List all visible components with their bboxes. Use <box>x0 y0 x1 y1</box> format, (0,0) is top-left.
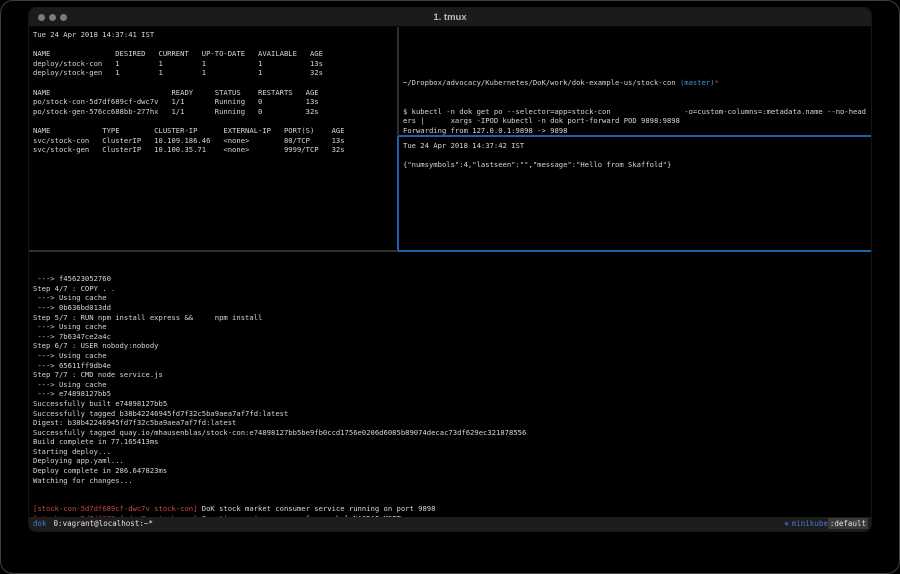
log-line: [stock-con-5d7df689cf-dwc7v stock-con] D… <box>33 504 871 514</box>
kube-namespace: :default <box>828 518 868 529</box>
pane-skaffold-log[interactable]: ---> f45623052760 Step 4/7 : COPY . . --… <box>29 252 871 517</box>
window-title: 1. tmux <box>433 12 466 23</box>
traffic-lights <box>38 8 67 26</box>
git-branch: (master) <box>680 78 715 87</box>
build-output: ---> f45623052760 Step 4/7 : COPY . . --… <box>33 274 871 485</box>
port-forward-output: $ kubectl -n dok get po --selector=app=s… <box>403 107 871 135</box>
close-button-icon[interactable] <box>38 14 45 21</box>
window-label[interactable]: 0:vagrant@localhost:~* <box>54 519 153 528</box>
pod-log-lines: [stock-con-5d7df689cf-dwc7v stock-con] D… <box>33 504 871 517</box>
status-right: ⎈minikube:default <box>784 517 868 531</box>
pane-service-response[interactable]: Tue 24 Apr 2018 14:37:42 IST {"numsymbol… <box>399 137 871 250</box>
zoom-button-icon[interactable] <box>60 14 67 21</box>
cwd-path: ~/Dropbox/advocacy/Kubernetes/DoK/work/d… <box>403 78 680 87</box>
kubernetes-helm-icon: ⎈ <box>784 519 789 528</box>
kube-context: minikube <box>792 519 828 528</box>
pane-port-forward[interactable]: ~/Dropbox/advocacy/Kubernetes/DoK/work/d… <box>399 27 871 135</box>
blank-line <box>403 49 871 59</box>
shell-prompt-path: ~/Dropbox/advocacy/Kubernetes/DoK/work/d… <box>403 78 871 88</box>
window-titlebar: 1. tmux <box>29 8 871 27</box>
tmux-session: Tue 24 Apr 2018 14:37:41 IST NAME DESIRE… <box>29 27 871 517</box>
tmux-status-bar: dok 0:vagrant@localhost:~* ⎈minikube:defa… <box>29 517 871 531</box>
session-name: dok <box>33 519 47 528</box>
minimize-button-icon[interactable] <box>49 14 56 21</box>
terminal-window: 1. tmux Tue 24 Apr 2018 14:37:41 IST NAM… <box>29 8 871 531</box>
git-dirty-flag: * <box>715 78 719 87</box>
pane-kubectl-overview[interactable]: Tue 24 Apr 2018 14:37:41 IST NAME DESIRE… <box>29 27 397 250</box>
